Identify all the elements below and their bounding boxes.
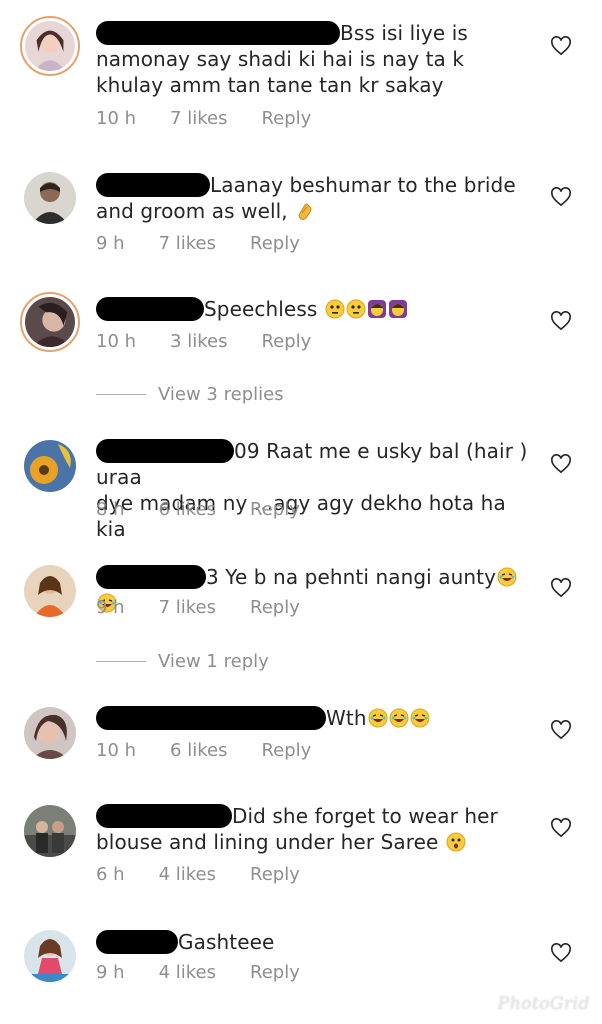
flushed-emoji-icon (346, 299, 366, 319)
comment-time: 9 h (96, 233, 125, 254)
comment-likes[interactable]: 4 likes (159, 864, 216, 885)
comment-likes[interactable]: 6 likes (170, 740, 227, 761)
reply-button[interactable]: Reply (250, 962, 300, 983)
heart-outline-icon[interactable] (550, 187, 572, 207)
comment-text: Did she forget to wear her blouse and li… (96, 804, 498, 854)
comment-time: 9 h (96, 597, 125, 618)
view-replies-label[interactable]: View 1 reply (158, 651, 269, 672)
reply-button[interactable]: Reply (250, 233, 300, 254)
divider (96, 661, 146, 662)
comment-meta: 10 h 3 likes Reply (96, 331, 345, 352)
heart-outline-icon[interactable] (550, 818, 572, 838)
redacted-username[interactable] (96, 930, 178, 954)
comment-meta: 8 h 6 likes Reply (96, 499, 334, 520)
comment-time: 8 h (96, 499, 125, 520)
comment-text: Laanay beshumar to the bride and groom a… (96, 173, 516, 223)
laughing-emoji-icon (368, 708, 388, 728)
comment-time: 10 h (96, 331, 137, 352)
woman-emoji-icon (367, 300, 386, 318)
laughing-emoji-icon (389, 708, 409, 728)
heart-outline-icon[interactable] (550, 578, 572, 598)
comment-text: 09 Raat me e usky bal (hair ) uraa dye m… (96, 439, 528, 541)
view-replies-button[interactable]: View 3 replies (96, 384, 284, 405)
comment-likes[interactable]: 7 likes (170, 108, 227, 129)
view-replies-label[interactable]: View 3 replies (158, 384, 284, 405)
comment-text: Speechless (96, 296, 532, 322)
comment-time: 10 h (96, 108, 137, 129)
reply-button[interactable]: Reply (250, 864, 300, 885)
comment-meta: 9 h 7 likes Reply (96, 233, 334, 254)
reply-button[interactable]: Reply (250, 597, 300, 618)
avatar[interactable] (20, 292, 80, 352)
laughing-emoji-icon (410, 708, 430, 728)
comment-likes[interactable]: 7 likes (159, 597, 216, 618)
heart-outline-icon[interactable] (550, 36, 572, 56)
redacted-username[interactable] (96, 297, 204, 321)
comment-meta: 9 h 4 likes Reply (96, 962, 334, 983)
comment-time: 6 h (96, 864, 125, 885)
laughing-emoji-icon (497, 567, 517, 587)
avatar[interactable] (20, 16, 80, 76)
woman-emoji-icon (388, 300, 407, 318)
avatar[interactable] (24, 805, 76, 857)
comment-meta: 10 h 7 likes Reply (96, 108, 345, 129)
reply-button[interactable]: Reply (261, 331, 311, 352)
avatar[interactable] (24, 565, 76, 617)
comment-meta: 9 h 7 likes Reply (96, 597, 334, 618)
view-replies-button[interactable]: View 1 reply (96, 651, 269, 672)
comment-text: Wth (96, 705, 532, 731)
comment-meta: 10 h 6 likes Reply (96, 740, 345, 761)
flushed-emoji-icon (325, 299, 345, 319)
redacted-username[interactable] (96, 21, 340, 45)
reply-button[interactable]: Reply (261, 740, 311, 761)
comment-likes[interactable]: 7 likes (159, 233, 216, 254)
comment-time: 10 h (96, 740, 137, 761)
redacted-username[interactable] (96, 439, 234, 463)
comment-likes[interactable]: 3 likes (170, 331, 227, 352)
reply-button[interactable]: Reply (261, 108, 311, 129)
surprised-emoji-icon (446, 832, 466, 852)
heart-outline-icon[interactable] (550, 943, 572, 963)
watermark: PhotoGrid (497, 994, 590, 1014)
comment-text: Bss isi liye is namonay say shadi ki hai… (96, 21, 468, 97)
comment-time: 9 h (96, 962, 125, 983)
clap-emoji-icon (298, 203, 312, 220)
heart-outline-icon[interactable] (550, 720, 572, 740)
comment-text: Gashteee (96, 929, 532, 955)
heart-outline-icon[interactable] (550, 454, 572, 474)
comment-likes[interactable]: 4 likes (159, 962, 216, 983)
reply-button[interactable]: Reply (250, 499, 300, 520)
avatar[interactable] (24, 707, 76, 759)
heart-outline-icon[interactable] (550, 311, 572, 331)
avatar[interactable] (24, 930, 76, 982)
comment-meta: 6 h 4 likes Reply (96, 864, 334, 885)
divider (96, 394, 146, 395)
redacted-username[interactable] (96, 173, 210, 197)
comment-likes[interactable]: 6 likes (159, 499, 216, 520)
redacted-username[interactable] (96, 804, 232, 828)
redacted-username[interactable] (96, 706, 326, 730)
avatar[interactable] (24, 172, 76, 224)
avatar[interactable] (24, 440, 76, 492)
redacted-username[interactable] (96, 565, 206, 589)
